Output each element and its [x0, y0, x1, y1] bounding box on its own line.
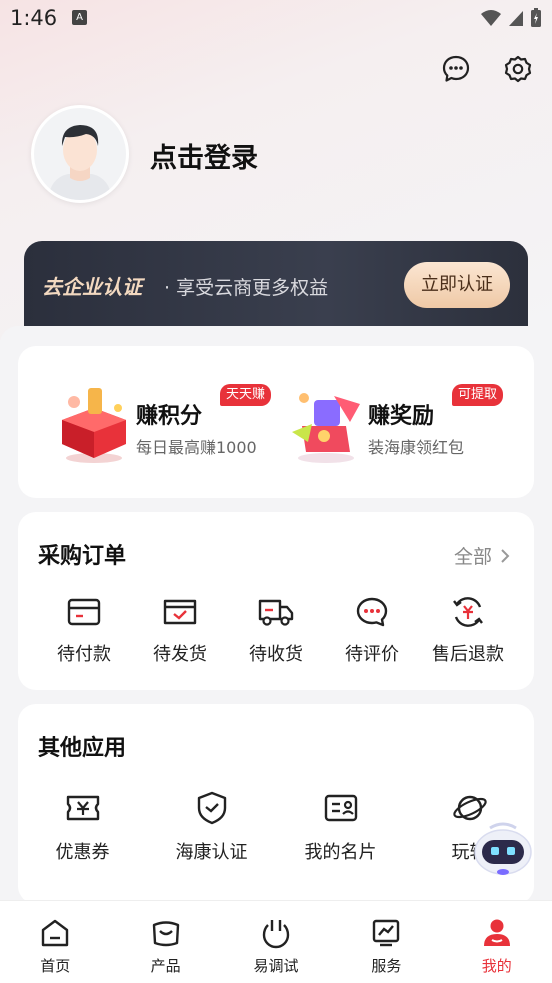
- profile-icon: [483, 919, 510, 946]
- app-label: 海康认证: [175, 842, 248, 863]
- earn-points-entry[interactable]: 赚积分 每日最高赚1000 天天赚: [52, 376, 282, 472]
- tab-debug[interactable]: 易调试: [221, 901, 331, 983]
- reward-subtitle: 每日最高赚1000: [136, 438, 257, 457]
- purchase-orders-card: 采购订单 全部 待付款 待发货 待收货 待评价 售后退款: [18, 512, 534, 690]
- order-status-label: 售后退款: [432, 644, 504, 665]
- chevron-right-icon: [501, 548, 510, 563]
- tab-label: 我的: [481, 957, 512, 975]
- coupon-icon: [65, 790, 101, 826]
- avatar[interactable]: [31, 105, 129, 203]
- a-notification-icon: A: [72, 10, 87, 25]
- apps-grid: 优惠券 海康认证 我的名片 玩转: [18, 790, 534, 864]
- top-actions: [440, 53, 534, 85]
- other-apps-card: 其他应用 优惠券 海康认证 我的名片 玩转: [18, 704, 534, 904]
- reward-title: 赚奖励: [368, 404, 435, 429]
- package-check-icon: [162, 594, 198, 630]
- truck-icon: [258, 594, 294, 630]
- comment-icon: [354, 594, 390, 630]
- apps-title: 其他应用: [38, 736, 127, 761]
- tab-label: 易调试: [253, 957, 299, 975]
- order-status-label: 待付款: [57, 644, 111, 665]
- orders-grid: 待付款 待发货 待收货 待评价 售后退款: [18, 594, 534, 666]
- enterprise-cert-banner[interactable]: 去企业认证 · 享受云商更多权益 立即认证: [24, 241, 528, 337]
- treasure-chest-icon: [292, 393, 360, 463]
- reward-badge: 可提取: [452, 384, 504, 406]
- reward-subtitle: 装海康领红包: [368, 438, 465, 457]
- wallet-card-icon: [66, 594, 102, 630]
- status-bar: 1:46 A: [0, 0, 552, 38]
- app-label: 我的名片: [304, 842, 377, 863]
- order-pending-review[interactable]: 待评价: [324, 594, 420, 666]
- order-status-label: 待收货: [249, 644, 303, 665]
- assistant-robot-button[interactable]: [472, 822, 534, 878]
- rewards-card: 赚积分 每日最高赚1000 天天赚 赚奖励 装海康领红包 可提取: [18, 346, 534, 498]
- id-card-icon: [323, 790, 359, 826]
- reward-title: 赚积分: [136, 404, 203, 429]
- orders-all-link[interactable]: 全部: [454, 542, 510, 569]
- app-business-card[interactable]: 我的名片: [276, 790, 405, 864]
- tab-label: 首页: [40, 957, 71, 975]
- settings-gear-icon[interactable]: [502, 53, 534, 85]
- orders-all-label: 全部: [453, 546, 492, 568]
- service-chart-icon: [373, 919, 400, 947]
- order-status-label: 待发货: [153, 644, 207, 665]
- status-time: 1:46: [10, 6, 58, 30]
- order-status-label: 待评价: [345, 644, 399, 665]
- app-label: 优惠券: [55, 842, 110, 863]
- shield-check-icon: [194, 790, 230, 826]
- order-pending-payment[interactable]: 待付款: [36, 594, 132, 666]
- tab-home[interactable]: 首页: [0, 901, 110, 983]
- order-after-sales[interactable]: 售后退款: [420, 594, 516, 666]
- message-icon[interactable]: [440, 53, 472, 85]
- reward-badge: 天天赚: [220, 384, 272, 406]
- tab-mine[interactable]: 我的: [442, 901, 552, 983]
- cert-title: 去企业认证: [42, 275, 142, 299]
- login-prompt[interactable]: 点击登录: [150, 136, 258, 175]
- earn-rewards-entry[interactable]: 赚奖励 装海康领红包 可提取: [284, 376, 514, 472]
- tab-label: 产品: [150, 957, 181, 975]
- refund-icon: [450, 594, 486, 630]
- orders-title: 采购订单: [38, 544, 127, 569]
- wifi-icon: [481, 10, 501, 26]
- home-icon: [41, 919, 69, 947]
- tab-products[interactable]: 产品: [110, 901, 220, 983]
- red-gift-icon: [62, 388, 126, 463]
- bottom-tab-bar: 首页 产品 易调试 服务 我的: [0, 900, 552, 983]
- battery-icon: [531, 8, 541, 27]
- planet-icon: [452, 790, 488, 826]
- app-coupons[interactable]: 优惠券: [18, 790, 147, 864]
- app-hikvision-cert[interactable]: 海康认证: [147, 790, 276, 864]
- product-icon: [152, 921, 179, 947]
- system-icons: [480, 8, 542, 28]
- signal-icon: [509, 11, 523, 26]
- tab-label: 服务: [371, 957, 402, 975]
- debug-icon: [262, 920, 290, 949]
- cert-subtitle: · 享受云商更多权益: [164, 277, 329, 299]
- order-pending-shipment[interactable]: 待发货: [132, 594, 228, 666]
- order-pending-receipt[interactable]: 待收货: [228, 594, 324, 666]
- certify-now-button[interactable]: 立即认证: [404, 262, 510, 308]
- tab-service[interactable]: 服务: [331, 901, 441, 983]
